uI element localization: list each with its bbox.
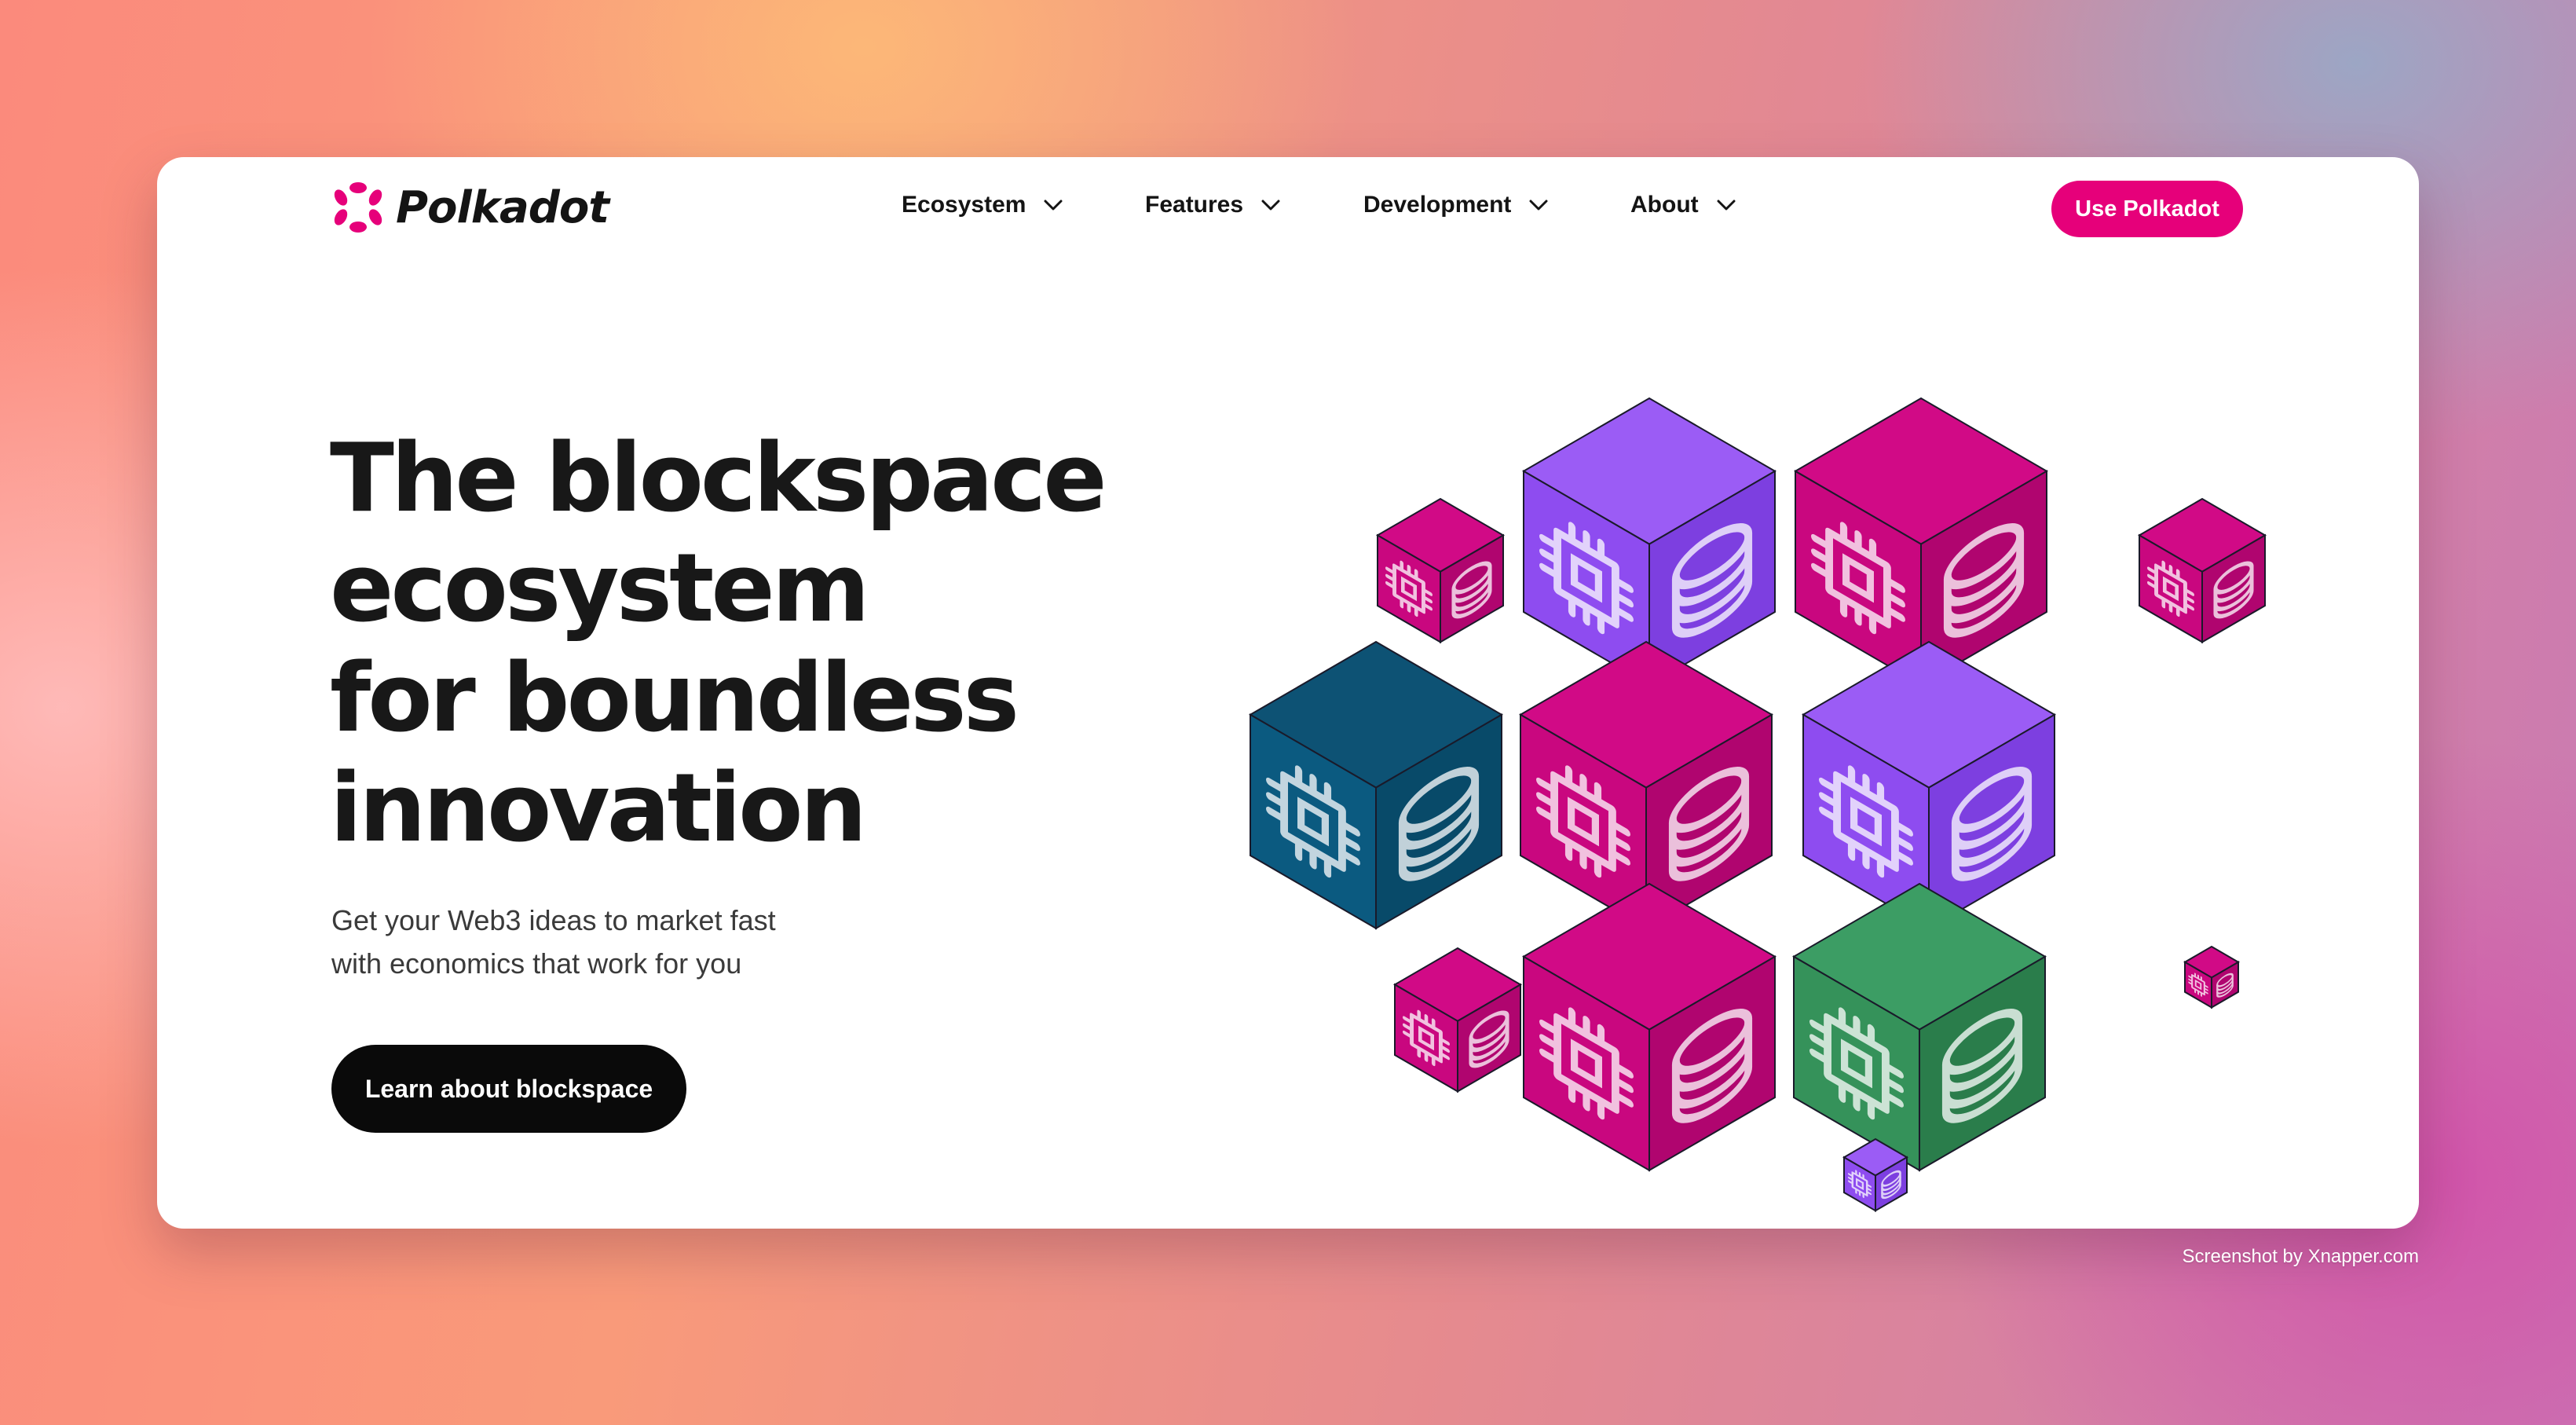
blockspace-cube xyxy=(1792,882,2047,1172)
blockspace-cube xyxy=(1802,640,2056,930)
chevron-down-icon xyxy=(1529,200,1548,211)
polkadot-logo[interactable]: Polkadot xyxy=(331,181,609,234)
blockspace-cube xyxy=(1842,1137,1908,1212)
screenshot-credit: Screenshot by Xnapper.com xyxy=(2182,1246,2419,1267)
nav-item-features[interactable]: Features xyxy=(1145,192,1281,218)
hero-title: The blockspace ecosystem for boundless i… xyxy=(330,424,1351,864)
cube-group xyxy=(1249,397,2267,1212)
chip-icon xyxy=(2149,555,2192,624)
nav-item-label: Features xyxy=(1145,192,1244,218)
nav-item-label: Development xyxy=(1363,192,1512,218)
coin-stack-icon xyxy=(1471,1007,1507,1071)
use-polkadot-button[interactable]: Use Polkadot xyxy=(2051,181,2243,237)
hero-title-line: The blockspace xyxy=(330,424,1107,533)
coin-stack-icon xyxy=(1948,516,2020,645)
blockspace-cube xyxy=(1522,397,1776,687)
chevron-down-icon xyxy=(1717,200,1736,211)
nav-item-about[interactable]: About xyxy=(1630,192,1736,218)
chevron-down-icon xyxy=(1261,200,1280,211)
chip-icon xyxy=(1815,509,1902,647)
learn-about-blockspace-button[interactable]: Learn about blockspace xyxy=(331,1045,686,1133)
blockspace-cube xyxy=(2138,497,2267,644)
hero-subtitle: Get your Web3 ideas to market fast with … xyxy=(331,899,1038,985)
coin-stack-icon xyxy=(1403,760,1475,888)
polkadot-logo-icon xyxy=(334,182,382,233)
chip-icon xyxy=(1543,995,1630,1132)
coin-stack-icon xyxy=(1676,516,1748,645)
chip-icon xyxy=(1847,1165,1872,1203)
coin-stack-icon xyxy=(2216,558,2252,622)
nav-item-label: Ecosystem xyxy=(902,192,1026,218)
coin-stack-icon xyxy=(1881,1167,1901,1202)
chevron-down-icon xyxy=(1044,200,1063,211)
hero-subtitle-line: with economics that work for you xyxy=(331,947,742,980)
chip-icon xyxy=(2188,969,2208,1001)
chip-icon xyxy=(1813,995,1901,1132)
blockspace-cube xyxy=(1522,882,1776,1172)
brand-name: Polkadot xyxy=(396,181,609,233)
coin-stack-icon xyxy=(1946,1002,2018,1130)
chip-icon xyxy=(1404,1004,1447,1073)
nav-item-label: About xyxy=(1630,192,1699,218)
nav-item-ecosystem[interactable]: Ecosystem xyxy=(902,192,1063,218)
nav-item-development[interactable]: Development xyxy=(1363,192,1549,218)
coin-stack-icon xyxy=(1956,760,2028,888)
blockspace-cube xyxy=(1794,397,2048,687)
chip-icon xyxy=(1387,555,1430,624)
chip-icon xyxy=(1823,753,1910,890)
page-card: Polkadot Ecosystem Features Development … xyxy=(157,157,2419,1229)
hero-title-line: for boundless xyxy=(330,644,1019,753)
blockspace-cube xyxy=(1393,947,1522,1093)
coin-stack-icon xyxy=(1454,558,1490,622)
blockspace-cube xyxy=(2183,945,2240,1009)
hero-subtitle-line: Get your Web3 ideas to market fast xyxy=(331,904,776,936)
coin-stack-icon xyxy=(1673,760,1745,888)
chip-icon xyxy=(1540,753,1627,890)
chip-icon xyxy=(1543,509,1630,647)
hero-title-line: innovation xyxy=(330,754,867,863)
blockspace-cube xyxy=(1376,497,1505,644)
blockspace-cube xyxy=(1519,640,1773,930)
hero-title-line: ecosystem xyxy=(330,534,870,643)
coin-stack-icon xyxy=(1676,1002,1748,1130)
coin-stack-icon xyxy=(2216,970,2234,1000)
